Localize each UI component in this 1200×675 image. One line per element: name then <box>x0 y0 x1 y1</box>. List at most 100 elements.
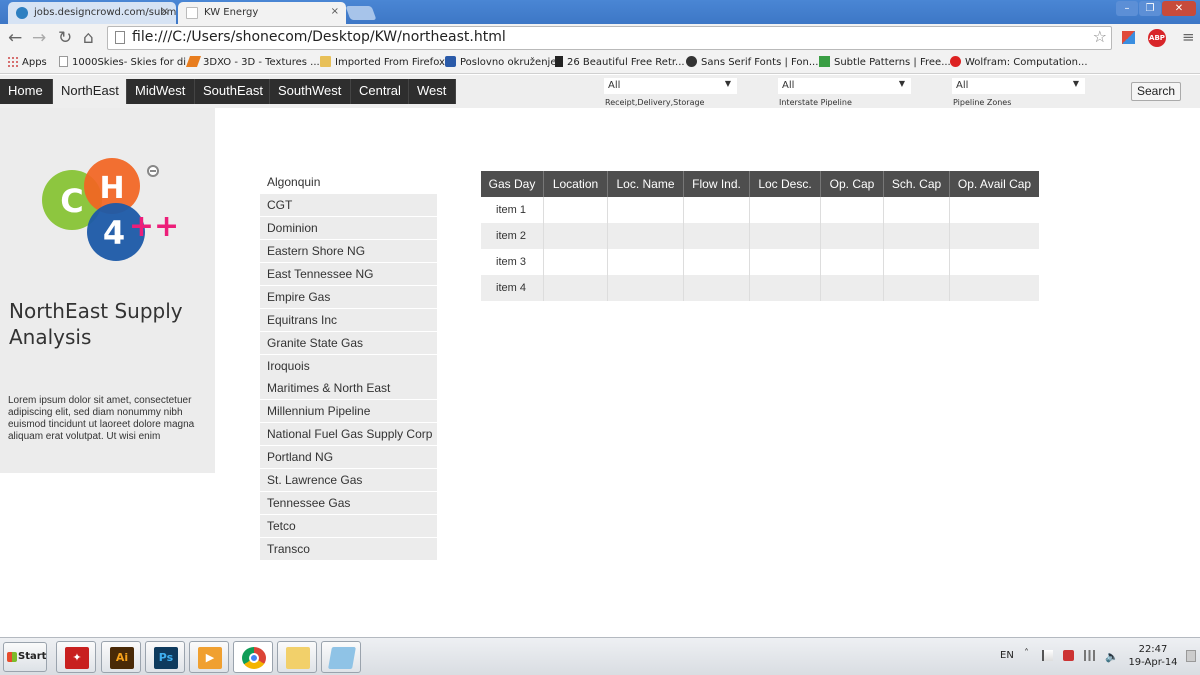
pipeline-item[interactable]: Granite State Gas <box>260 332 437 354</box>
pipeline-item[interactable]: Transco <box>260 538 437 560</box>
taskbar: Start ✦ Ai Ps ▶ <box>0 637 1200 675</box>
page-favicon-icon <box>186 7 198 19</box>
pipeline-item[interactable]: Portland NG <box>260 446 437 468</box>
tab-close-icon[interactable]: × <box>331 6 339 17</box>
col-loc-name[interactable]: Loc. Name <box>608 171 684 197</box>
nav-southwest[interactable]: SouthWest <box>270 79 351 104</box>
tray-expand-icon[interactable]: ˄ <box>1024 648 1029 659</box>
nav-midwest[interactable]: MidWest <box>127 79 195 104</box>
bookmark-3dxo[interactable]: 3DXO - 3D - Textures ... <box>185 56 320 68</box>
pipeline-item[interactable]: Empire Gas <box>260 286 437 308</box>
bookmark-retro-fonts[interactable]: 26 Beautiful Free Retr... <box>555 56 685 68</box>
back-arrow-icon[interactable]: ← <box>8 28 22 48</box>
filter-zones-label: Pipeline Zones <box>953 98 1012 107</box>
language-indicator[interactable]: EN <box>1000 650 1014 661</box>
bookmark-folder-firefox[interactable]: Imported From Firefox <box>320 56 445 68</box>
table-row[interactable]: item 4 <box>481 275 1039 301</box>
pipeline-item[interactable]: Dominion <box>260 217 437 239</box>
bookmark-sans-serif[interactable]: Sans Serif Fonts | Fon... <box>686 56 818 68</box>
pipeline-item[interactable]: Tennessee Gas <box>260 492 437 514</box>
pipeline-item[interactable]: Millennium Pipeline <box>260 400 437 422</box>
chrome-menu-icon[interactable]: ≡ <box>1182 28 1195 46</box>
page-icon <box>115 31 125 44</box>
col-gas-day[interactable]: Gas Day <box>481 171 544 197</box>
tab-close-icon[interactable]: × <box>161 6 169 17</box>
nav-home[interactable]: Home <box>0 79 53 104</box>
pipeline-item[interactable]: CGT <box>260 194 437 216</box>
col-location[interactable]: Location <box>544 171 608 197</box>
designcrowd-favicon-icon <box>16 7 28 19</box>
table-cell: item 4 <box>481 275 544 301</box>
dropdown-arrow-icon: ▼ <box>1072 79 1079 88</box>
taskbar-illustrator[interactable]: Ai <box>101 641 141 673</box>
nav-west[interactable]: West <box>409 79 456 104</box>
pipeline-item[interactable]: Tetco <box>260 515 437 537</box>
bookmark-star-icon[interactable]: ☆ <box>1093 27 1107 46</box>
notepad-icon <box>328 647 356 669</box>
clock-date: 19-Apr-14 <box>1128 657 1178 668</box>
windows-logo-icon <box>7 652 17 662</box>
ch4-logo: C H 4 ++ <box>42 158 178 261</box>
logo-letter-c: C <box>60 182 83 220</box>
address-bar[interactable]: file:///C:/Users/shonecom/Desktop/KW/nor… <box>107 26 1112 50</box>
nav-northeast[interactable]: NorthEast <box>53 79 127 104</box>
battery-icon[interactable] <box>1063 650 1074 661</box>
pipeline-item[interactable]: Equitrans Inc <box>260 309 437 331</box>
nav-central[interactable]: Central <box>351 79 409 104</box>
bookmark-1000skies[interactable]: 1000Skies- Skies for di... <box>59 56 196 68</box>
filter-zones-select[interactable]: All ▼ <box>952 78 1085 94</box>
col-sch-cap[interactable]: Sch. Cap <box>884 171 950 197</box>
browser-tab-designcrowd[interactable]: jobs.designcrowd.com/submi × <box>8 2 176 24</box>
taskbar-acrobat[interactable]: ✦ <box>56 641 96 673</box>
folder-icon <box>286 647 310 669</box>
extension-icon[interactable] <box>1122 31 1135 44</box>
col-loc-desc[interactable]: Loc Desc. <box>750 171 821 197</box>
home-icon[interactable]: ⌂ <box>83 28 94 48</box>
taskbar-media-player[interactable]: ▶ <box>189 641 229 673</box>
close-window-button[interactable]: ✕ <box>1162 1 1196 16</box>
new-tab-button[interactable] <box>345 6 377 20</box>
pipeline-item[interactable]: Maritimes & North East <box>260 377 437 399</box>
pipeline-item[interactable]: East Tennessee NG <box>260 263 437 285</box>
adblock-plus-icon[interactable]: ABP <box>1148 29 1166 47</box>
start-button[interactable]: Start <box>3 642 47 672</box>
taskbar-notepad[interactable] <box>321 641 361 673</box>
pipeline-item[interactable]: Iroquois <box>260 355 437 377</box>
taskbar-photoshop[interactable]: Ps <box>145 641 185 673</box>
pipeline-item[interactable]: Algonquin <box>260 171 437 193</box>
taskbar-explorer[interactable] <box>277 641 317 673</box>
dropdown-arrow-icon: ▼ <box>898 79 905 88</box>
col-op-avail-cap[interactable]: Op. Avail Cap <box>950 171 1039 197</box>
forward-arrow-icon[interactable]: → <box>32 28 46 48</box>
col-op-cap[interactable]: Op. Cap <box>821 171 884 197</box>
pipeline-item[interactable]: St. Lawrence Gas <box>260 469 437 491</box>
bookmark-poslovno[interactable]: Poslovno okruženje <box>445 56 556 68</box>
table-row[interactable]: item 2 <box>481 223 1039 249</box>
bookmark-apps[interactable]: Apps <box>7 56 47 68</box>
reload-icon[interactable]: ↻ <box>58 28 72 48</box>
browser-tab-kw-energy[interactable]: KW Energy × <box>178 2 346 24</box>
pipeline-item[interactable]: Eastern Shore NG <box>260 240 437 262</box>
volume-icon[interactable]: 🔈 <box>1105 650 1119 663</box>
table-row[interactable]: item 1 <box>481 197 1039 223</box>
system-clock[interactable]: 22:47 19-Apr-14 <box>1126 643 1180 669</box>
action-center-flag-icon[interactable] <box>1042 650 1053 661</box>
restore-button[interactable]: ❐ <box>1139 1 1161 16</box>
media-player-icon: ▶ <box>198 647 222 669</box>
col-flow-ind[interactable]: Flow Ind. <box>684 171 750 197</box>
minimize-button[interactable]: – <box>1116 1 1138 16</box>
wolfram-icon <box>950 56 961 67</box>
puzzle-icon <box>445 56 456 67</box>
pipeline-item[interactable]: National Fuel Gas Supply Corp <box>260 423 437 445</box>
table-row[interactable]: item 3 <box>481 249 1039 275</box>
network-signal-icon[interactable] <box>1084 650 1095 661</box>
bookmark-wolfram[interactable]: Wolfram: Computation... <box>950 56 1088 68</box>
nav-southeast[interactable]: SouthEast <box>195 79 270 104</box>
bookmark-subtle-patterns[interactable]: Subtle Patterns | Free... <box>819 56 951 68</box>
show-desktop-button[interactable] <box>1186 650 1196 662</box>
filter-pipeline-select[interactable]: All ▼ <box>778 78 911 94</box>
page-description: Lorem ipsum dolor sit amet, consectetuer… <box>8 395 195 442</box>
search-button[interactable]: Search <box>1131 82 1181 101</box>
taskbar-chrome[interactable] <box>233 641 273 673</box>
filter-receipt-select[interactable]: All ▼ <box>604 78 737 94</box>
